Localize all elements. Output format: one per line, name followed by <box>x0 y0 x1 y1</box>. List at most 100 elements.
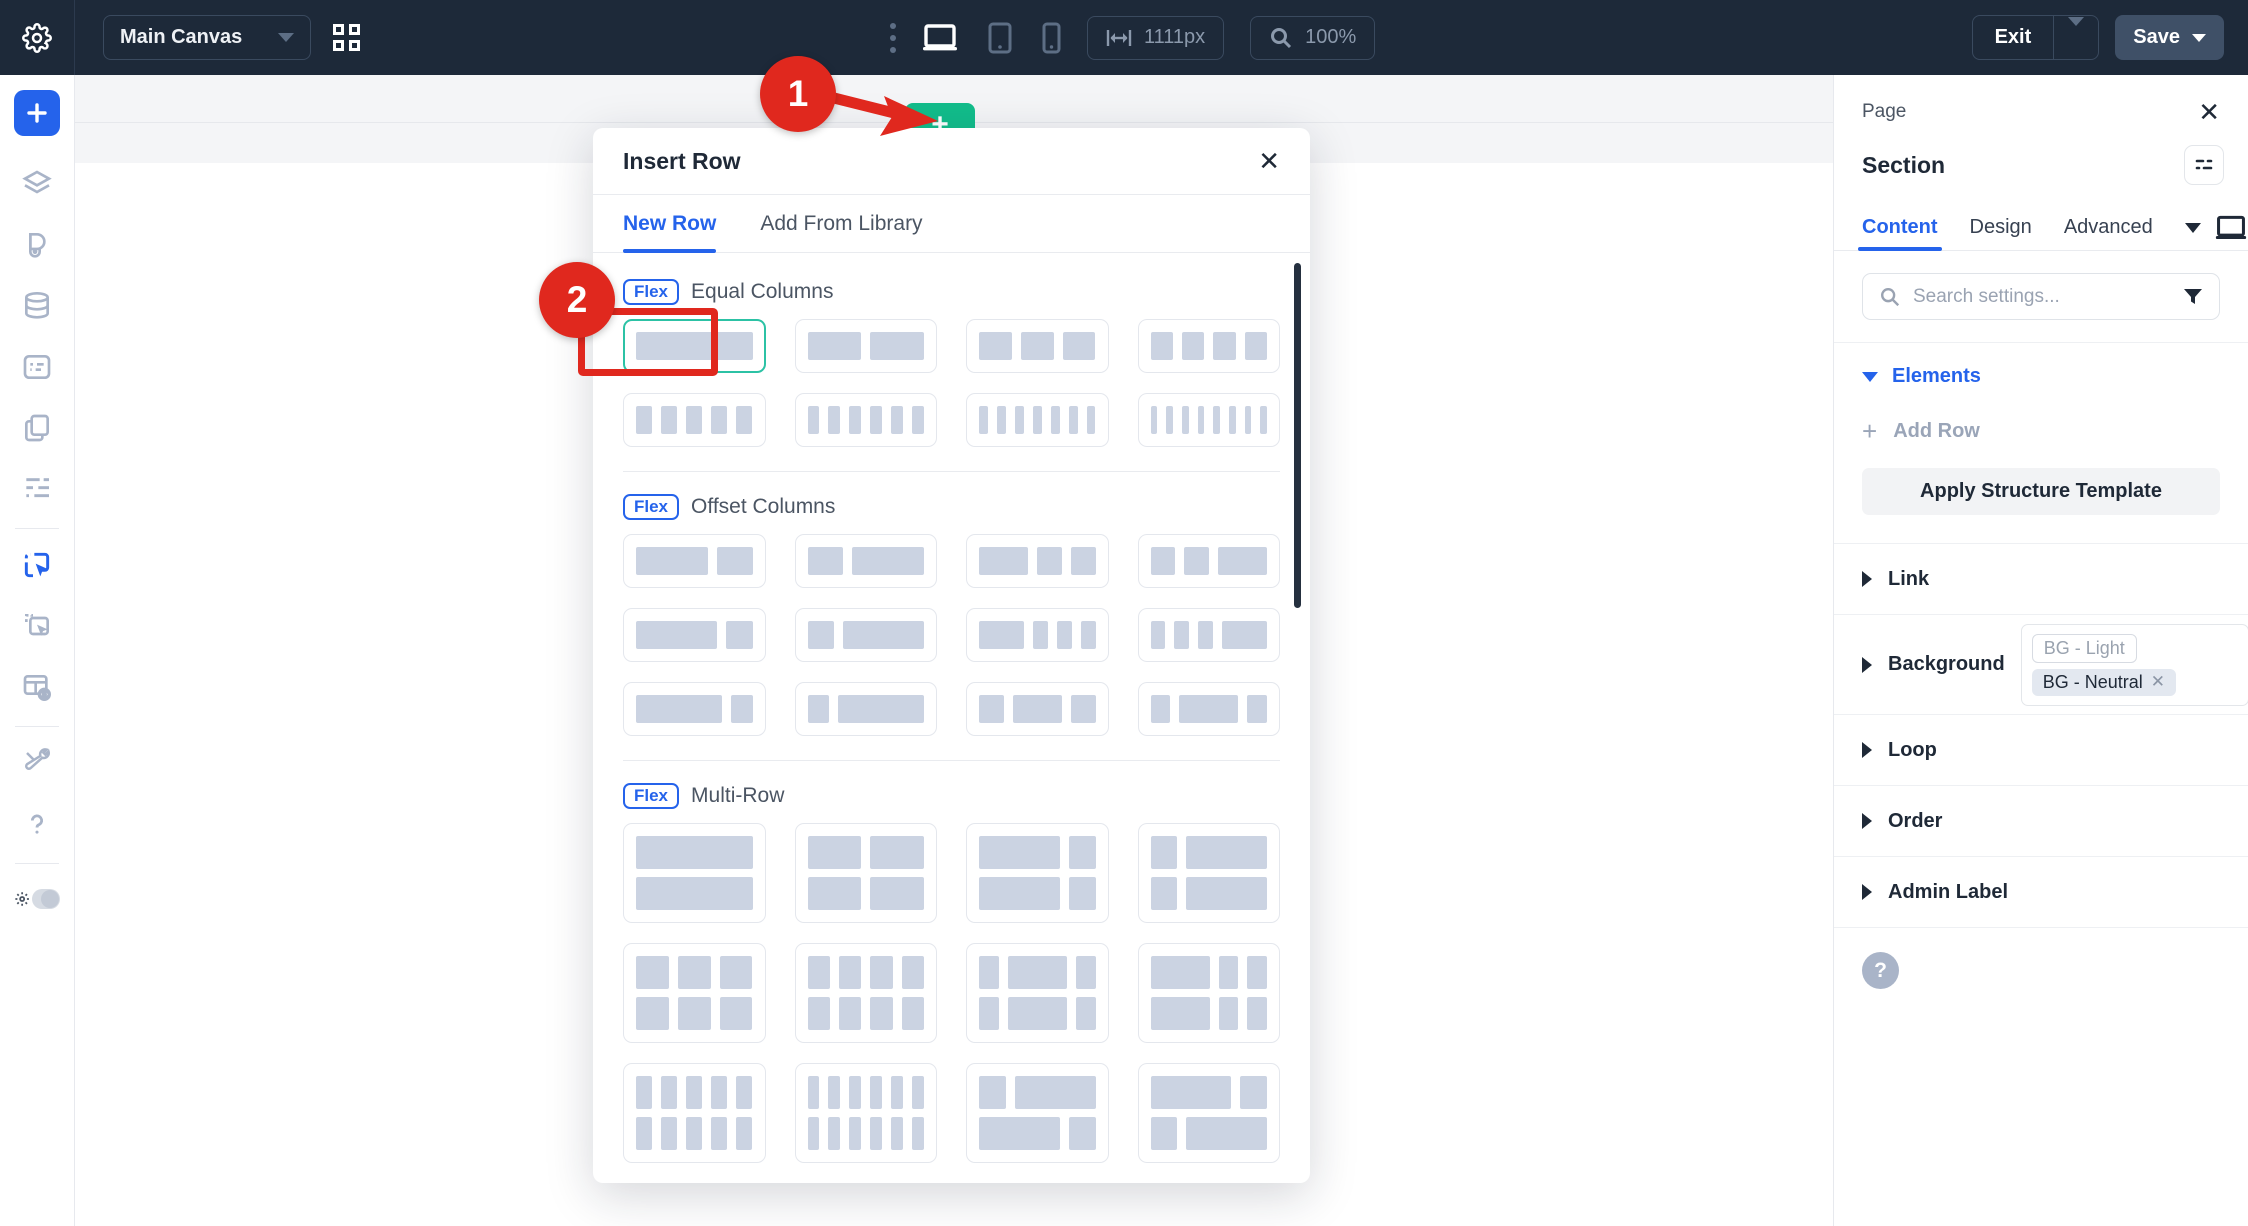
row-layout-option[interactable] <box>623 608 766 662</box>
exit-split-button[interactable]: Exit <box>1972 15 2100 60</box>
canvas-width-input[interactable]: 1111px <box>1087 16 1224 60</box>
column-block <box>891 406 903 434</box>
row-layout-option[interactable] <box>1138 823 1281 923</box>
modal-close-icon[interactable]: ✕ <box>1258 148 1280 174</box>
tablet-view-icon[interactable] <box>988 22 1012 54</box>
column-block <box>1198 406 1205 434</box>
row-layout-option[interactable] <box>795 823 938 923</box>
row-layout-option[interactable] <box>795 1063 938 1163</box>
insert-tool-icon[interactable] <box>14 601 60 651</box>
bg-light-tag[interactable]: BG - Light <box>2032 634 2137 663</box>
column-block <box>891 1117 903 1150</box>
row-layout-option[interactable] <box>623 943 766 1043</box>
toggle-pill[interactable] <box>32 889 60 909</box>
field-list-icon[interactable] <box>14 464 60 514</box>
add-module-button[interactable] <box>14 90 60 136</box>
tab-add-from-library[interactable]: Add From Library <box>760 195 922 252</box>
row-layout-option[interactable] <box>966 534 1109 588</box>
column-block <box>870 956 892 989</box>
column-block <box>839 956 861 989</box>
apply-structure-template-button[interactable]: Apply Structure Template <box>1862 468 2220 515</box>
row-layout-option[interactable] <box>966 1063 1109 1163</box>
row-layout-option[interactable] <box>795 682 938 736</box>
tabs-dropdown-icon[interactable] <box>2185 223 2201 233</box>
chevron-down-icon <box>278 33 294 42</box>
builder-mode-toggle[interactable] <box>14 874 60 924</box>
window-preview-icon[interactable] <box>14 662 60 712</box>
more-options-icon[interactable] <box>890 23 896 53</box>
desktop-view-icon[interactable] <box>922 23 958 53</box>
panel-help-button[interactable]: ? <box>1862 952 1899 989</box>
row-layout-option[interactable] <box>966 823 1109 923</box>
copy-pages-icon[interactable] <box>14 403 60 453</box>
column-block <box>1179 695 1238 723</box>
row-layout-option[interactable] <box>966 608 1109 662</box>
help-icon[interactable] <box>14 799 60 849</box>
row-layout-option[interactable] <box>795 319 938 373</box>
tab-content[interactable]: Content <box>1862 205 1938 250</box>
database-icon[interactable] <box>14 281 60 331</box>
column-block <box>870 1076 882 1109</box>
row-layout-option[interactable] <box>795 534 938 588</box>
column-block <box>711 406 727 434</box>
row-layout-option[interactable] <box>623 1063 766 1163</box>
canvas-width-value: 1111px <box>1144 26 1205 49</box>
tab-design[interactable]: Design <box>1970 205 2032 250</box>
element-presets-icon[interactable] <box>2184 145 2224 185</box>
row-layout-option[interactable] <box>623 393 766 447</box>
layout-grid-icon[interactable] <box>333 24 360 51</box>
remove-tag-icon[interactable]: ✕ <box>2151 672 2165 692</box>
tools-icon[interactable] <box>14 738 60 788</box>
panel-close-icon[interactable]: ✕ <box>2198 99 2220 125</box>
column-block <box>711 1076 727 1109</box>
row-layout-option[interactable] <box>1138 608 1281 662</box>
settings-search-input[interactable] <box>1913 286 2171 308</box>
settings-gear-icon[interactable] <box>0 0 75 75</box>
tab-new-row[interactable]: New Row <box>623 195 716 252</box>
zoom-level-input[interactable]: 100% <box>1250 16 1375 60</box>
admin-label-section-row[interactable]: Admin Label <box>1834 856 2248 927</box>
bg-neutral-tag[interactable]: BG - Neutral✕ <box>2032 669 2176 696</box>
chevron-right-icon <box>1862 742 1872 758</box>
phone-view-icon[interactable] <box>1042 22 1061 54</box>
row-layout-option[interactable] <box>623 534 766 588</box>
row-layout-option[interactable] <box>623 823 766 923</box>
row-layout-option[interactable] <box>795 393 938 447</box>
row-layout-option[interactable] <box>1138 534 1281 588</box>
tab-advanced[interactable]: Advanced <box>2064 205 2153 250</box>
canvas-selector-dropdown[interactable]: Main Canvas <box>103 15 311 60</box>
column-block <box>717 547 753 575</box>
loop-section-row[interactable]: Loop <box>1834 714 2248 785</box>
layers-icon[interactable] <box>14 159 60 209</box>
background-section-row[interactable]: Background BG - Light BG - Neutral✕ <box>1834 614 2248 714</box>
column-block <box>1033 621 1048 649</box>
column-block <box>828 1076 840 1109</box>
form-fields-icon[interactable] <box>14 342 60 392</box>
row-layout-option[interactable] <box>623 682 766 736</box>
save-split-button[interactable]: Save <box>2115 15 2224 60</box>
row-layout-option[interactable] <box>1138 943 1281 1043</box>
modal-scrollbar[interactable] <box>1294 263 1301 608</box>
row-layout-option[interactable] <box>966 393 1109 447</box>
order-section-row[interactable]: Order <box>1834 785 2248 856</box>
row-layout-option[interactable] <box>795 608 938 662</box>
row-layout-option[interactable] <box>795 943 938 1043</box>
column-block <box>891 1076 903 1109</box>
column-block <box>808 997 830 1030</box>
column-block <box>1069 836 1096 869</box>
row-layout-option[interactable] <box>1138 682 1281 736</box>
responsive-desktop-icon[interactable] <box>2215 214 2247 242</box>
select-tool-icon[interactable] <box>14 540 60 590</box>
link-section-row[interactable]: Link <box>1834 543 2248 614</box>
design-presets-icon[interactable] <box>14 220 60 270</box>
filter-icon[interactable] <box>2183 288 2203 306</box>
elements-group-header[interactable]: Elements <box>1834 343 2248 396</box>
row-layout-option[interactable] <box>1138 1063 1281 1163</box>
row-layout-option[interactable] <box>966 943 1109 1043</box>
row-layout-option[interactable] <box>1138 319 1281 373</box>
settings-search-field[interactable] <box>1862 273 2220 320</box>
row-layout-option[interactable] <box>966 319 1109 373</box>
row-layout-option[interactable] <box>966 682 1109 736</box>
add-row-button[interactable]: + Add Row <box>1834 396 2248 466</box>
row-layout-option[interactable] <box>1138 393 1281 447</box>
